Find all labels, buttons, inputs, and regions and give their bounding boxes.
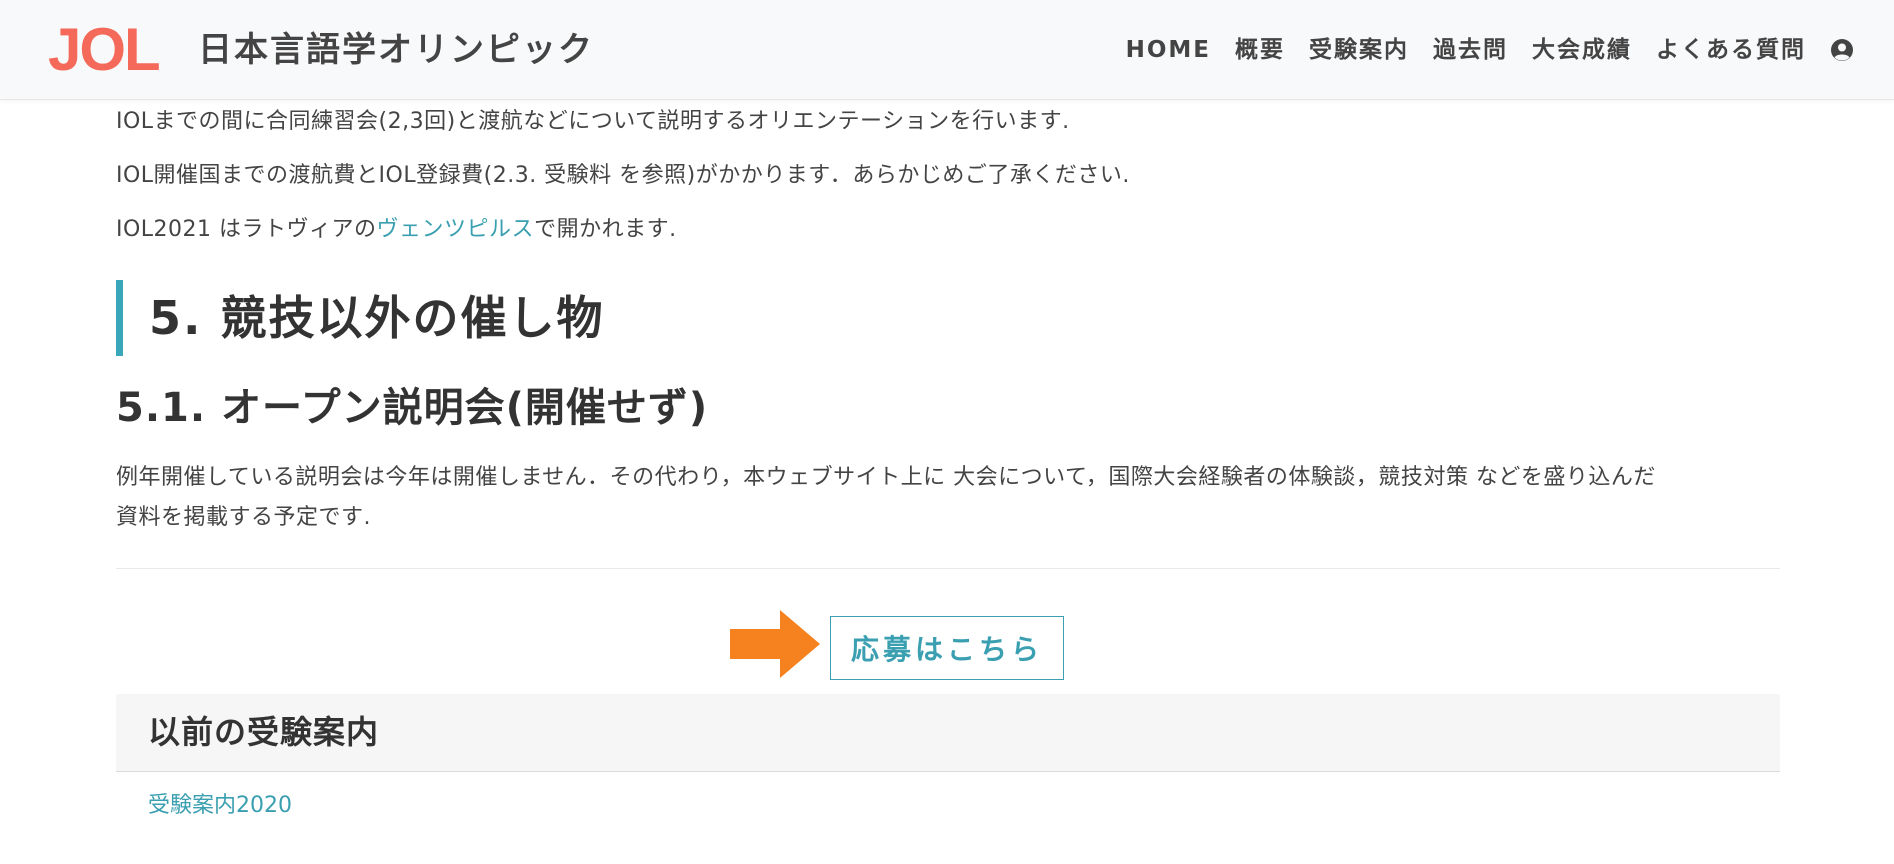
subsection-heading-open-session: 5.1. オープン説明会(開催せず) bbox=[116, 385, 709, 431]
svg-text:JOL: JOL bbox=[48, 22, 159, 76]
description-line-1: 例年開催している説明会は今年は開催しません．その代わり，本ウェブサイト上に 大会… bbox=[116, 465, 1656, 490]
right-arrow-icon bbox=[730, 610, 822, 680]
description-line-2: 資料を掲載する予定です. bbox=[116, 505, 371, 530]
nav-home[interactable]: HOME bbox=[1126, 32, 1211, 68]
site-title[interactable]: 日本言語学オリンピック bbox=[198, 26, 594, 74]
nav-faq[interactable]: よくある質問 bbox=[1656, 32, 1806, 68]
nav-results[interactable]: 大会成績 bbox=[1532, 32, 1632, 68]
section-heading-events: 5. 競技以外の催し物 bbox=[116, 280, 916, 356]
section-divider bbox=[116, 568, 1780, 569]
user-circle-icon[interactable] bbox=[1830, 38, 1854, 62]
nav-past-problems[interactable]: 過去問 bbox=[1433, 32, 1508, 68]
apply-button[interactable]: 応募はこちら bbox=[830, 616, 1064, 680]
venue-text-before: IOL2021 はラトヴィアの bbox=[116, 217, 377, 242]
main-nav: HOME 概要 受験案内 過去問 大会成績 よくある質問 bbox=[1126, 32, 1854, 68]
open-session-description: 例年開催している説明会は今年は開催しません．その代わり，本ウェブサイト上に 大会… bbox=[116, 458, 1780, 538]
travel-cost-paragraph: IOL開催国までの渡航費とIOL登録費(2.3. 受験料 を参照)がかかります．… bbox=[116, 163, 1130, 188]
nav-exam-guide[interactable]: 受験案内 bbox=[1309, 32, 1409, 68]
exam-guide-2020-link[interactable]: 受験案内2020 bbox=[148, 790, 292, 822]
previous-guides-title: 以前の受験案内 bbox=[148, 713, 380, 751]
venue-paragraph: IOL2021 はラトヴィアのヴェンツピルスで開かれます. bbox=[116, 214, 677, 246]
ventspils-link[interactable]: ヴェンツピルス bbox=[377, 217, 535, 242]
previous-guides-card: 以前の受験案内 bbox=[116, 694, 1780, 772]
site-header: JOL 日本言語学オリンピック HOME 概要 受験案内 過去問 大会成績 よく… bbox=[0, 0, 1894, 100]
orientation-paragraph: IOLまでの間に合同練習会(2,3回)と渡航などについて説明するオリエンテーショ… bbox=[116, 109, 1070, 134]
section-heading-text: 5. 競技以外の催し物 bbox=[149, 291, 605, 345]
venue-text-after: で開かれます. bbox=[534, 217, 677, 242]
jol-logo[interactable]: JOL bbox=[48, 22, 180, 76]
nav-overview[interactable]: 概要 bbox=[1235, 32, 1285, 68]
